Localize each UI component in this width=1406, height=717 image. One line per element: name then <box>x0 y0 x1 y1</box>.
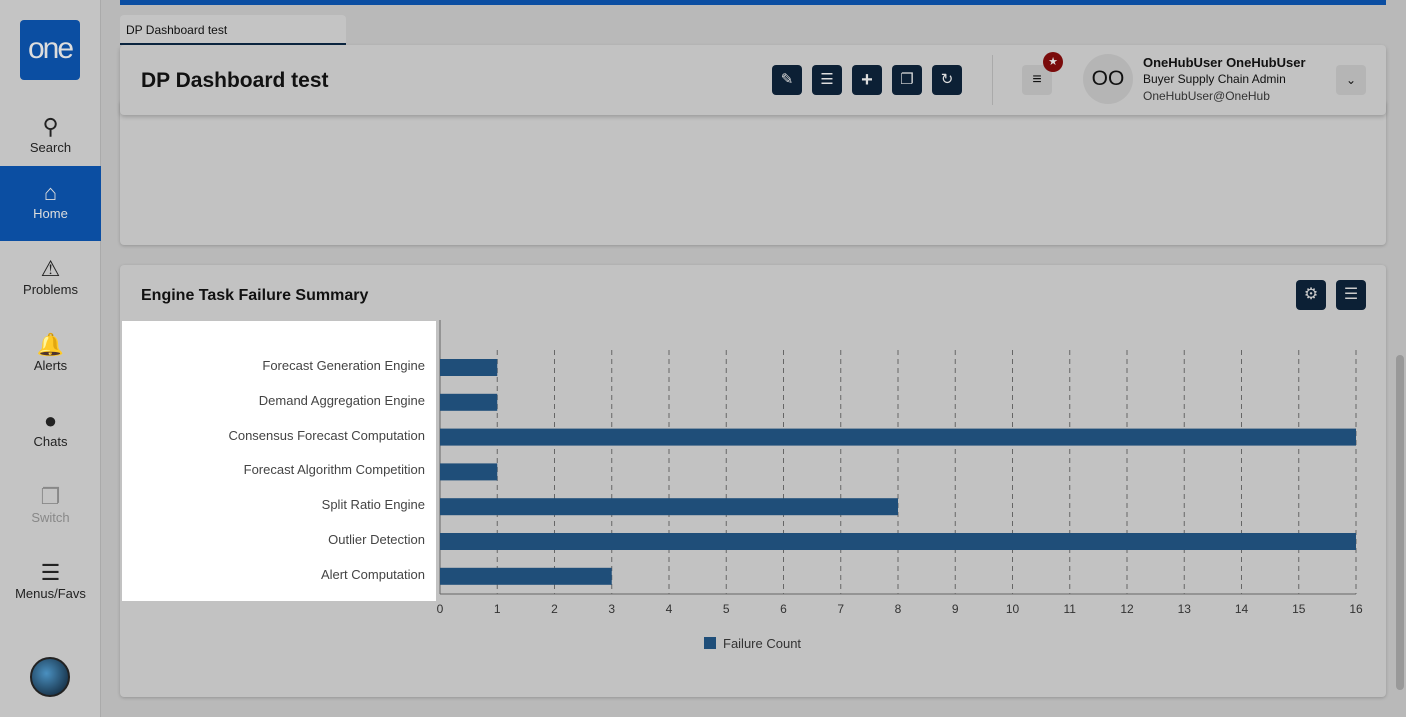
x-tick-label: 0 <box>437 602 444 616</box>
bar <box>440 567 612 585</box>
x-tick-label: 12 <box>1120 602 1134 616</box>
x-tick-label: 14 <box>1235 602 1249 616</box>
x-tick-label: 9 <box>952 602 959 616</box>
x-tick-label: 11 <box>1064 602 1077 616</box>
x-tick-label: 5 <box>723 602 730 616</box>
x-tick-label: 3 <box>608 602 615 616</box>
x-tick-label: 2 <box>551 602 558 616</box>
x-tick-label: 7 <box>837 602 844 616</box>
x-tick-label: 8 <box>895 602 902 616</box>
bar-chart: 0 1 2 3 4 5 6 7 8 9 10 11 12 13 14 15 16 <box>437 320 1363 616</box>
x-tick-label: 13 <box>1178 602 1192 616</box>
x-tick-label: 6 <box>780 602 787 616</box>
bar <box>440 533 1356 550</box>
x-tick-label: 1 <box>494 602 501 616</box>
x-tick-label: 4 <box>666 602 673 616</box>
x-tick-label: 10 <box>1006 602 1020 616</box>
bar <box>440 463 498 481</box>
bar <box>440 359 498 376</box>
x-tick-label: 15 <box>1292 602 1306 616</box>
bar <box>440 393 498 411</box>
bar <box>440 428 1356 446</box>
bar <box>440 498 898 516</box>
legend-swatch <box>704 637 716 649</box>
x-tick-label: 16 <box>1349 602 1363 616</box>
chart-legend: Failure Count <box>704 636 801 651</box>
legend-label: Failure Count <box>723 636 802 651</box>
